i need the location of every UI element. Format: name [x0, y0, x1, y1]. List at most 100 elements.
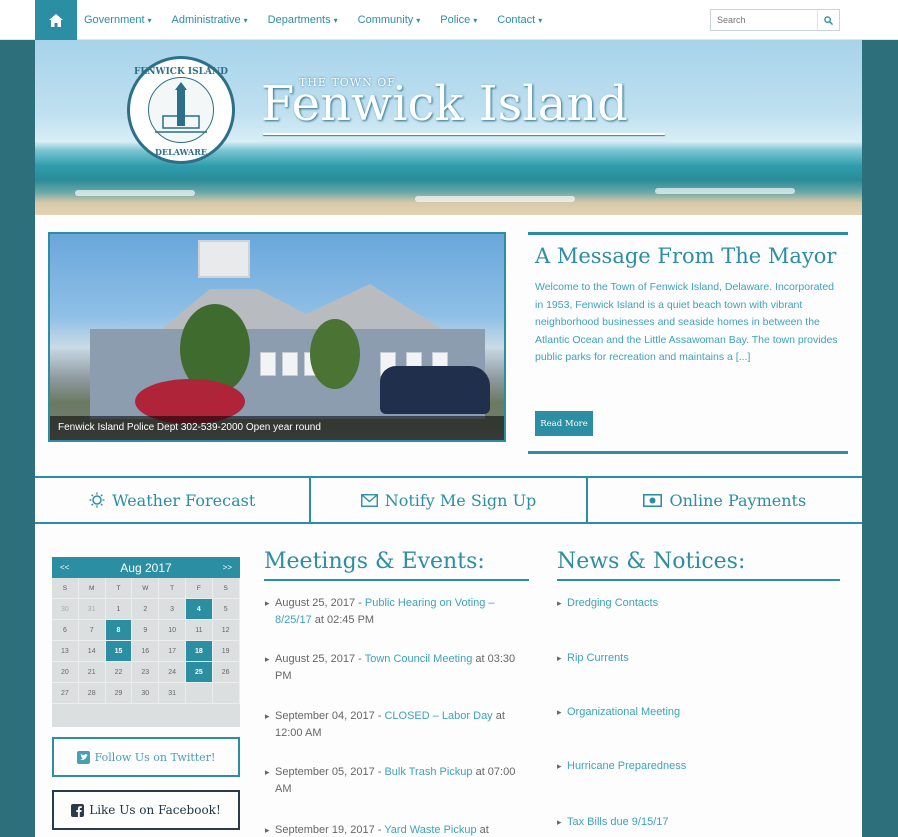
facebook-like-button[interactable]: Like Us on Facebook! [52, 790, 240, 830]
calendar-header: << Aug 2017 >> [52, 557, 240, 578]
facebook-icon [71, 803, 85, 817]
caret-down-icon: ▾ [538, 16, 543, 25]
news-item[interactable]: Dredging Contacts [557, 595, 837, 612]
event-item: September 04, 2017 - CLOSED – Labor Day … [265, 708, 531, 742]
calendar-day: 19 [212, 641, 240, 662]
mayor-message-text: Welcome to the Town of Fenwick Island, D… [535, 281, 838, 363]
mayor-message-title: A Message From The Mayor [535, 244, 837, 268]
nav-item-police[interactable]: Police ▾ [440, 14, 477, 26]
event-link[interactable]: Bulk Trash Pickup [384, 766, 472, 778]
home-button[interactable] [35, 0, 77, 40]
calendar-day [185, 683, 213, 704]
wave-decoration [75, 190, 195, 196]
calendar-weekday-label: S [52, 578, 79, 599]
calendar-day: 2 [132, 599, 160, 620]
next-month-button[interactable]: >> [223, 563, 232, 572]
calendar-weekday-label: F [185, 578, 213, 599]
calendar-weekday-label: T [159, 578, 186, 599]
calendar-weekday-label: S [212, 578, 240, 599]
calendar-day: 13 [52, 641, 79, 662]
weather-forecast-link[interactable]: Weather Forecast [35, 478, 309, 522]
top-navbar: Government ▾ Administrative ▾ Departments ▾… [0, 0, 898, 40]
calendar-day: 3 [159, 599, 186, 620]
building-cupola [198, 240, 250, 278]
calendar-weekday-label: W [132, 578, 160, 599]
calendar-day: 22 [105, 662, 133, 683]
lighthouse-icon [148, 77, 214, 143]
meetings-title-rule [264, 579, 529, 581]
title-underline [263, 133, 665, 135]
envelope-icon [360, 493, 378, 507]
calendar-day: 24 [159, 662, 186, 683]
calendar-event-day[interactable]: 15 [105, 641, 133, 662]
building-roof [155, 284, 450, 334]
nav-item-contact[interactable]: Contact ▾ [497, 14, 542, 26]
page-container: FENWICK ISLAND DELAWARE THE TOWN OF Fenw… [35, 40, 862, 837]
calendar-event-day[interactable]: 18 [185, 641, 213, 662]
calendar-event-day[interactable]: 8 [105, 620, 133, 641]
search-icon [824, 15, 833, 25]
police-car [380, 366, 490, 414]
calendar-day: 17 [159, 641, 186, 662]
tree [310, 319, 360, 389]
calendar-day: 11 [185, 620, 213, 641]
quick-links-bar: Weather Forecast Notify Me Sign Up Onlin… [35, 476, 862, 524]
search-button[interactable] [817, 10, 839, 30]
calendar-day: 14 [78, 641, 106, 662]
calendar-event-day[interactable]: 25 [185, 662, 213, 683]
sun-icon [89, 492, 105, 508]
event-link[interactable]: Town Council Meeting [365, 653, 473, 665]
search-input[interactable] [711, 10, 817, 30]
calendar-day: 21 [78, 662, 106, 683]
site-title[interactable]: Fenwick Island [261, 76, 628, 132]
nav-item-administrative[interactable]: Administrative ▾ [172, 14, 248, 26]
calendar-day: 26 [212, 662, 240, 683]
caret-down-icon: ▾ [333, 16, 338, 25]
online-payments-link[interactable]: Online Payments [585, 478, 862, 522]
calendar-day: 7 [78, 620, 106, 641]
calendar-day [212, 683, 240, 704]
calendar-weekday-label: T [105, 578, 133, 599]
calendar-day: 29 [105, 683, 133, 704]
events-calendar: << Aug 2017 >> S M T W T F S 30 31 1 2 3 4 5 6 7 8 9 10 11 1… [52, 557, 240, 727]
news-item[interactable]: Tax Bills due 9/15/17 [557, 814, 837, 831]
feature-slider-photo[interactable]: Fenwick Island Police Dept 302-539-2000 … [48, 232, 506, 442]
prev-month-button[interactable]: << [60, 563, 69, 572]
calendar-day: 30 [52, 599, 79, 620]
event-item: September 05, 2017 - Bulk Trash Pickup a… [265, 764, 531, 798]
search-box [710, 9, 840, 31]
read-more-button[interactable]: Read More [535, 411, 593, 436]
twitter-follow-button[interactable]: Follow Us on Twitter! [52, 737, 240, 777]
event-item: August 25, 2017 - Public Hearing on Voti… [265, 595, 531, 629]
nav-item-departments[interactable]: Departments ▾ [268, 14, 338, 26]
event-link[interactable]: CLOSED – Labor Day [384, 710, 492, 722]
twitter-icon [76, 750, 90, 764]
caret-down-icon: ▾ [147, 16, 152, 25]
news-item[interactable]: Organizational Meeting [557, 704, 837, 721]
header-banner: FENWICK ISLAND DELAWARE THE TOWN OF Fenw… [35, 40, 862, 215]
calendar-day: 16 [132, 641, 160, 662]
calendar-day: 1 [105, 599, 133, 620]
calendar-event-day[interactable]: 4 [185, 599, 213, 620]
town-seal-logo[interactable]: FENWICK ISLAND DELAWARE [127, 56, 235, 164]
event-item: August 25, 2017 - Town Council Meeting a… [265, 651, 531, 685]
nav-item-government[interactable]: Government ▾ [84, 14, 152, 26]
calendar-day: 31 [159, 683, 186, 704]
calendar-day: 5 [212, 599, 240, 620]
calendar-day: 28 [78, 683, 106, 704]
calendar-day: 30 [132, 683, 160, 704]
caret-down-icon: ▾ [416, 16, 421, 25]
caret-down-icon: ▾ [473, 16, 478, 25]
notify-me-link[interactable]: Notify Me Sign Up [309, 478, 585, 522]
calendar-day: 6 [52, 620, 79, 641]
nav-item-community[interactable]: Community ▾ [358, 14, 421, 26]
event-item: September 19, 2017 - Yard Waste Pickup a… [265, 822, 531, 837]
meetings-events-title: Meetings & Events: [264, 549, 485, 574]
calendar-weekday-label: M [78, 578, 106, 599]
news-item[interactable]: Hurricane Preparedness [557, 758, 837, 775]
main-menu: Government ▾ Administrative ▾ Departments ▾… [84, 0, 562, 40]
calendar-day: 27 [52, 683, 79, 704]
calendar-day: 31 [78, 599, 106, 620]
news-item[interactable]: Rip Currents [557, 650, 837, 667]
event-link[interactable]: Yard Waste Pickup [384, 824, 476, 836]
